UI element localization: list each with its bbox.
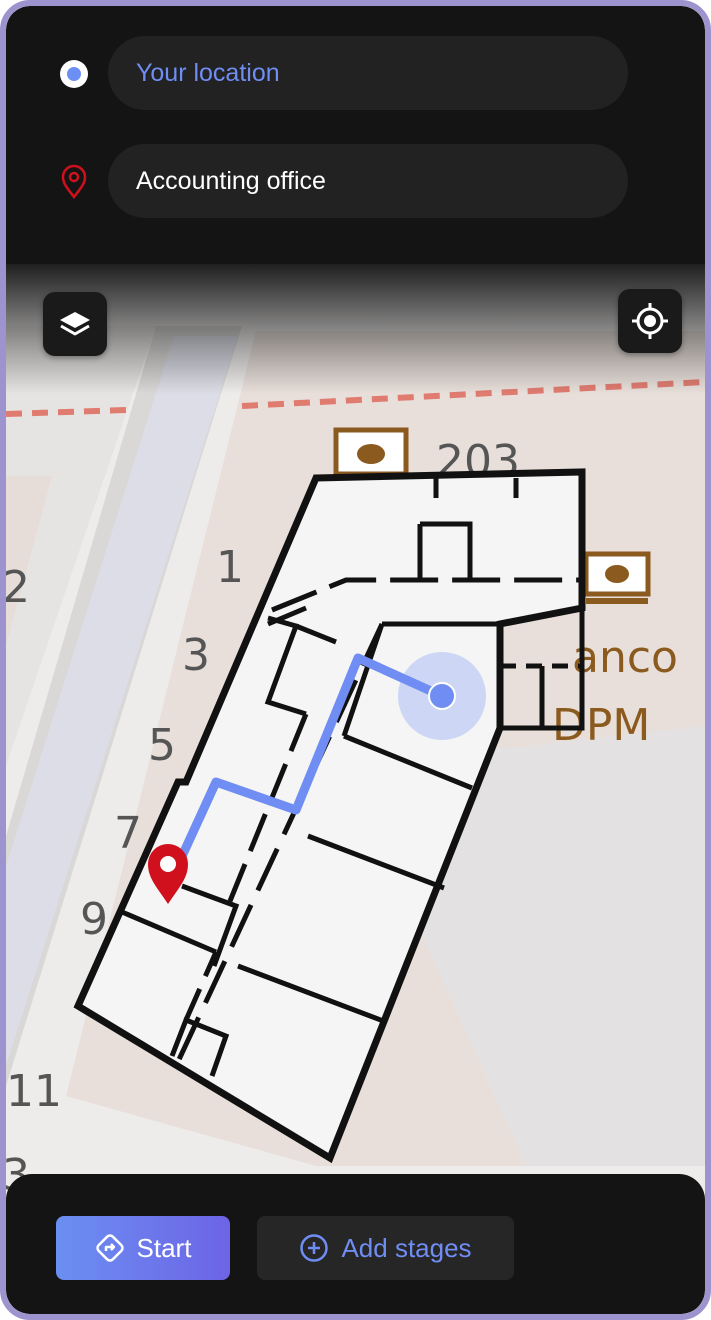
destination-input[interactable]: Accounting office bbox=[108, 144, 628, 218]
unit-number: 2 bbox=[6, 562, 30, 613]
unit-number: 7 bbox=[114, 808, 142, 859]
origin-input[interactable]: Your location bbox=[108, 36, 628, 110]
crosshair-icon bbox=[632, 303, 668, 339]
unit-number: 1 bbox=[216, 542, 244, 593]
layers-button[interactable] bbox=[43, 292, 107, 356]
unit-number: 5 bbox=[148, 720, 176, 771]
cash-icon bbox=[583, 551, 651, 604]
origin-dot-icon bbox=[54, 54, 94, 94]
layers-icon bbox=[60, 312, 90, 336]
destination-row: Accounting office bbox=[6, 144, 705, 220]
app-screen: 203 anco DPM 2 1 3 5 7 9 11 3 bbox=[6, 6, 705, 1314]
location-pin-icon bbox=[54, 162, 94, 202]
action-footer: Start Add stages bbox=[6, 1174, 705, 1314]
start-label: Start bbox=[136, 1232, 192, 1263]
recenter-button[interactable] bbox=[618, 289, 682, 353]
bank-name-line1: anco bbox=[572, 632, 678, 683]
start-button[interactable]: Start bbox=[56, 1216, 230, 1280]
unit-number: 3 bbox=[182, 630, 210, 681]
current-location-marker bbox=[398, 652, 486, 740]
origin-row: Your location bbox=[6, 36, 705, 112]
add-stages-button[interactable]: Add stages bbox=[257, 1216, 514, 1280]
unit-number: 11 bbox=[6, 1066, 62, 1117]
device-frame: 203 anco DPM 2 1 3 5 7 9 11 3 bbox=[0, 0, 711, 1320]
route-header: Your location Accounting office bbox=[6, 6, 705, 264]
add-circle-icon bbox=[299, 1233, 329, 1263]
directions-icon bbox=[95, 1233, 125, 1263]
add-stages-label: Add stages bbox=[341, 1232, 472, 1263]
unit-number: 9 bbox=[80, 894, 108, 945]
